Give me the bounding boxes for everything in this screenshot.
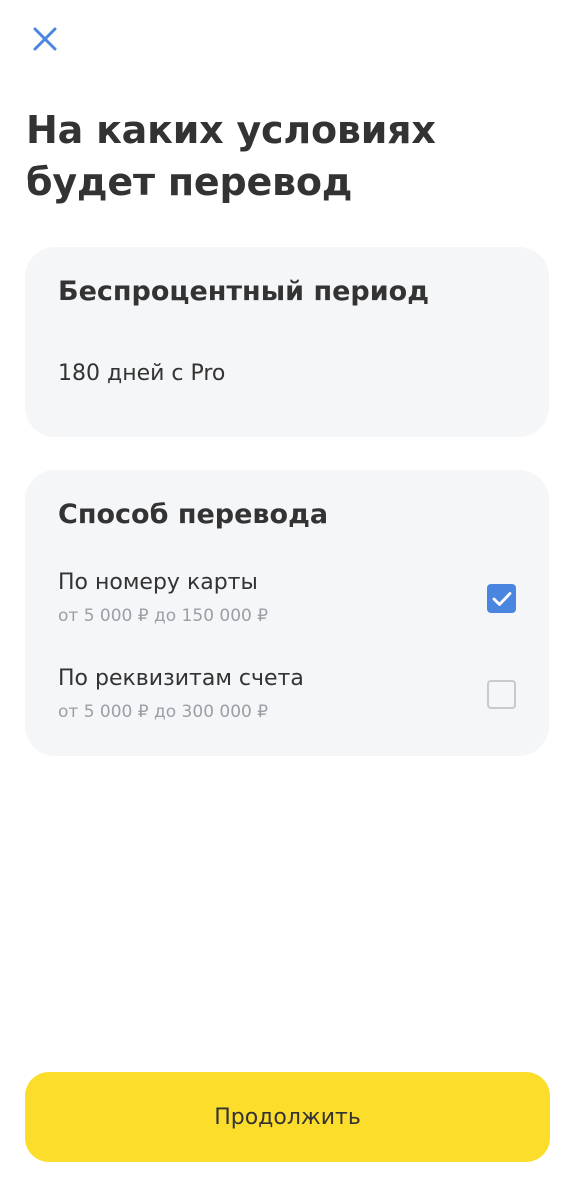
continue-button[interactable]: Продолжить [25, 1072, 550, 1162]
transfer-method-card: Способ перевода По номеру карты от 5 000… [25, 470, 549, 756]
option-range: от 5 000 ₽ до 300 000 ₽ [58, 702, 269, 722]
close-button[interactable] [24, 18, 66, 60]
option-range: от 5 000 ₽ до 150 000 ₽ [58, 606, 269, 626]
page-title: На каких условиях будет перевод [26, 108, 436, 204]
option-label: По номеру карты [58, 570, 258, 595]
checkbox-card-number[interactable] [487, 584, 516, 613]
period-value: 180 дней с Pro [58, 361, 226, 386]
checkbox-account-details[interactable] [487, 680, 516, 709]
interest-free-period-card: Беспроцентный период 180 дней с Pro [25, 247, 549, 437]
option-by-account-details[interactable]: По реквизитам счета от 5 000 ₽ до 300 00… [25, 660, 549, 740]
option-by-card-number[interactable]: По номеру карты от 5 000 ₽ до 150 000 ₽ [25, 564, 549, 644]
period-card-title: Беспроцентный период [58, 276, 430, 307]
method-card-title: Способ перевода [58, 499, 329, 530]
checkmark-icon [492, 591, 511, 606]
option-label: По реквизитам счета [58, 666, 304, 691]
close-icon [33, 27, 57, 51]
